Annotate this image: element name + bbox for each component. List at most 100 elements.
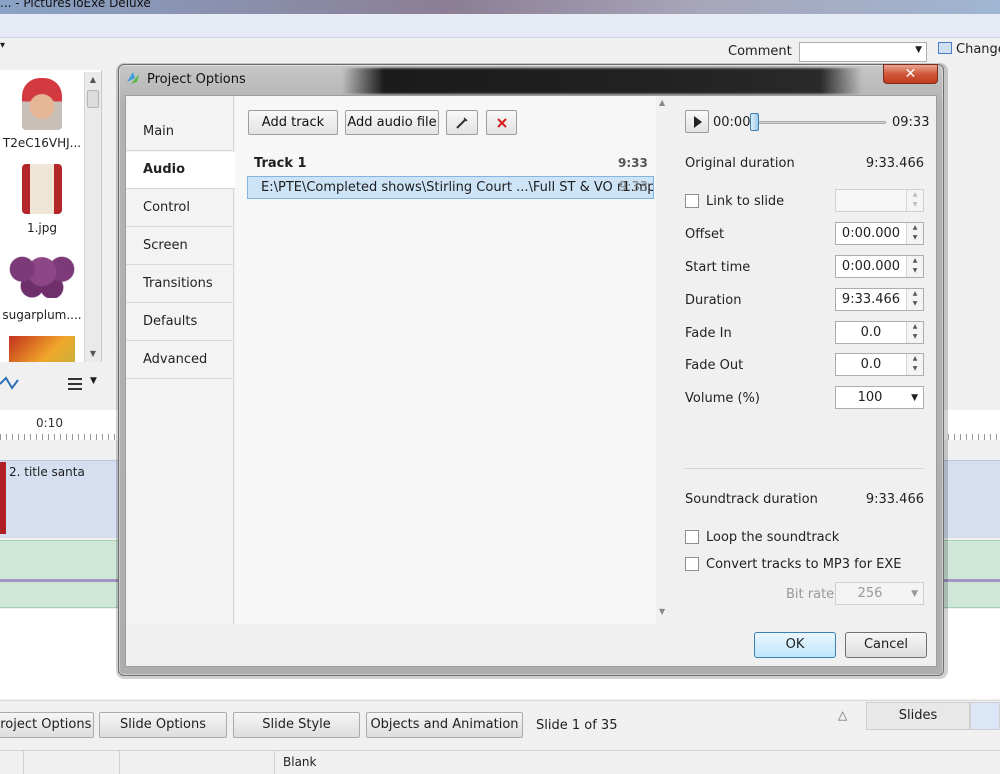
spin-up-icon[interactable]: ▲ xyxy=(907,190,923,200)
nav-item-main[interactable]: Main xyxy=(126,114,234,151)
volume-select[interactable]: 100 ▼ xyxy=(835,386,924,409)
dropdown-arrow-icon: ▼ xyxy=(915,45,922,55)
dialog-title: Project Options xyxy=(147,72,246,87)
track-name: Track 1 xyxy=(254,156,307,171)
nav-item-defaults[interactable]: Defaults xyxy=(126,304,234,341)
stepper-arrows[interactable]: ▲ ▼ xyxy=(906,354,923,375)
spin-up-icon[interactable]: ▲ xyxy=(907,354,923,364)
bit-rate-select[interactable]: 256 ▼ xyxy=(835,582,924,605)
slides-tab[interactable]: Slides xyxy=(866,702,970,730)
change-button[interactable]: Change xyxy=(938,42,1000,62)
soundtrack-duration-label: Soundtrack duration xyxy=(685,492,818,507)
cancel-button[interactable]: Cancel xyxy=(845,632,927,658)
spin-up-icon[interactable]: ▲ xyxy=(907,256,923,266)
spin-down-icon[interactable]: ▼ xyxy=(907,200,923,210)
fade-in-stepper[interactable]: 0.0 ▲ ▼ xyxy=(835,321,924,344)
offset-value[interactable]: 0:00.000 xyxy=(836,223,906,244)
nav-item-audio[interactable]: Audio xyxy=(126,152,235,189)
thumbnail-image xyxy=(22,164,62,214)
thumbnail-item[interactable]: sugarplum.... xyxy=(0,250,84,322)
player-end-time: 09:33 xyxy=(892,115,930,130)
change-label: Change xyxy=(956,42,1000,57)
scroll-down-icon[interactable]: ▼ xyxy=(85,346,101,362)
play-button[interactable] xyxy=(685,110,709,133)
spin-up-icon[interactable]: ▲ xyxy=(907,322,923,332)
duration-stepper[interactable]: 9:33.466 ▲ ▼ xyxy=(835,288,924,311)
stepper-arrows[interactable]: ▲ ▼ xyxy=(906,223,923,244)
convert-mp3-checkbox[interactable] xyxy=(685,557,699,571)
spin-up-icon[interactable]: ▲ xyxy=(907,223,923,233)
slide-options-button[interactable]: Slide Options xyxy=(99,712,227,738)
app-menu-bar xyxy=(0,14,1000,38)
spin-down-icon[interactable]: ▼ xyxy=(907,364,923,374)
fade-in-value[interactable]: 0.0 xyxy=(836,322,906,343)
stepper-arrows[interactable]: ▲ ▼ xyxy=(906,322,923,343)
link-to-slide-stepper[interactable]: ▲ ▼ xyxy=(835,189,924,212)
seek-slider-thumb[interactable] xyxy=(750,113,759,131)
title-bar-obscured-region xyxy=(342,68,862,94)
dropdown-arrow-icon: ▼ xyxy=(911,589,918,599)
stepper-arrows[interactable]: ▲ ▼ xyxy=(906,256,923,277)
thumbnail-item[interactable] xyxy=(0,336,84,362)
stepper-arrows[interactable]: ▲ ▼ xyxy=(906,289,923,310)
status-segment xyxy=(24,750,120,774)
track-total-duration: 9:33 xyxy=(618,156,648,170)
scroll-thumb[interactable] xyxy=(87,90,99,108)
audio-file-row[interactable]: E:\PTE\Completed shows\Stirling Court ..… xyxy=(247,176,654,199)
stepper-arrows[interactable]: ▲ ▼ xyxy=(906,190,923,211)
duration-value[interactable]: 9:33.466 xyxy=(836,289,906,310)
divider xyxy=(685,468,924,469)
slide-thumbnail[interactable] xyxy=(0,462,6,534)
slide-style-button[interactable]: Slide Style xyxy=(233,712,360,738)
seek-slider-track[interactable] xyxy=(753,121,886,124)
delete-button[interactable] xyxy=(486,110,517,135)
spin-down-icon[interactable]: ▼ xyxy=(907,332,923,342)
nav-item-screen[interactable]: Screen xyxy=(126,228,234,265)
nav-item-transitions[interactable]: Transitions xyxy=(126,266,234,303)
spin-down-icon[interactable]: ▼ xyxy=(907,299,923,309)
thumbnail-item[interactable]: T2eC16VHJ... xyxy=(0,78,84,150)
track-list-scrollbar[interactable]: ▲ ▼ xyxy=(656,96,672,624)
loop-soundtrack-checkbox[interactable] xyxy=(685,530,699,544)
ok-button[interactable]: OK xyxy=(754,632,836,658)
comment-label: Comment xyxy=(728,44,792,59)
project-options-button[interactable]: Project Options xyxy=(0,712,94,738)
edit-button[interactable] xyxy=(446,110,478,135)
link-to-slide-checkbox[interactable] xyxy=(685,194,699,208)
menu-icon[interactable] xyxy=(66,374,86,394)
spin-down-icon[interactable]: ▼ xyxy=(907,233,923,243)
spin-up-icon[interactable]: ▲ xyxy=(907,289,923,299)
offset-label: Offset xyxy=(685,227,725,242)
triangle-up-icon[interactable]: △ xyxy=(838,708,847,722)
chevron-down-icon[interactable]: ▼ xyxy=(90,376,97,386)
close-button[interactable]: ✕ xyxy=(883,64,938,84)
timeline-toolbar: ▼ xyxy=(0,370,120,396)
start-time-value[interactable]: 0:00.000 xyxy=(836,256,906,277)
thumbnail-scrollbar[interactable]: ▲ ▼ xyxy=(84,72,101,362)
fade-out-value[interactable]: 0.0 xyxy=(836,354,906,375)
objects-animation-button[interactable]: Objects and Animation xyxy=(366,712,523,738)
nav-item-advanced[interactable]: Advanced xyxy=(126,342,234,379)
player-position: 00:00 xyxy=(713,115,751,130)
status-text: Blank xyxy=(283,755,317,769)
curve-icon[interactable] xyxy=(0,374,24,394)
spin-down-icon[interactable]: ▼ xyxy=(907,266,923,276)
volume-value: 100 xyxy=(857,390,883,405)
chevron-down-icon[interactable]: ▾ xyxy=(0,40,5,51)
fade-out-stepper[interactable]: 0.0 ▲ ▼ xyxy=(835,353,924,376)
thumbnail-item[interactable]: 1.jpg xyxy=(0,164,84,235)
scroll-up-icon[interactable]: ▲ xyxy=(85,72,101,88)
nav-item-control[interactable]: Control xyxy=(126,190,234,227)
offset-stepper[interactable]: 0:00.000 ▲ ▼ xyxy=(835,222,924,245)
tab-secondary[interactable] xyxy=(970,702,1000,730)
comment-select[interactable]: ▼ xyxy=(799,42,927,62)
add-audio-file-button[interactable]: Add audio file xyxy=(345,110,439,135)
scroll-down-icon[interactable]: ▼ xyxy=(659,607,665,616)
slide-label: 2. title santa xyxy=(9,465,85,479)
scroll-up-icon[interactable]: ▲ xyxy=(659,98,665,107)
start-time-stepper[interactable]: 0:00.000 ▲ ▼ xyxy=(835,255,924,278)
add-track-button[interactable]: Add track xyxy=(248,110,338,135)
convert-mp3-label: Convert tracks to MP3 for EXE xyxy=(706,557,902,572)
thumbnail-label: T2eC16VHJ... xyxy=(2,136,82,150)
soundtrack-duration-value: 9:33.466 xyxy=(865,492,924,507)
